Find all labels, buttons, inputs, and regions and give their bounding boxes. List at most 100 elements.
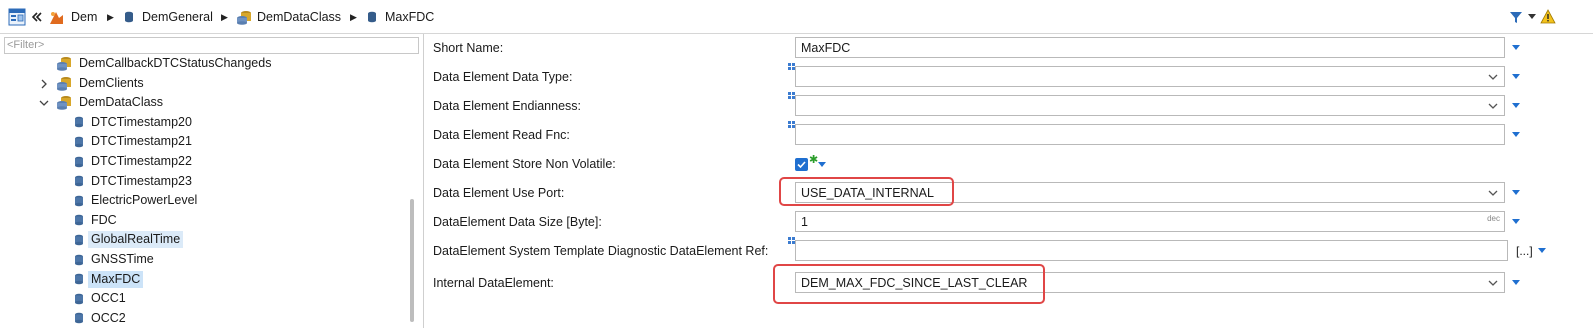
tree-item-label: OCC1 (91, 291, 126, 306)
breadcrumb-item-dem[interactable]: Dem (48, 0, 97, 34)
row-menu-icon[interactable] (1512, 45, 1520, 50)
row-menu-icon[interactable] (1512, 280, 1520, 285)
db-icon (74, 273, 84, 285)
tree-item-label: OCC2 (91, 310, 126, 325)
collapse-breadcrumb-icon[interactable] (32, 0, 42, 34)
store-nv-checkbox[interactable] (795, 158, 808, 171)
multiplicity-icon (788, 237, 795, 244)
sys-template-row: DataElement System Template Diagnostic D… (425, 237, 1593, 266)
short-name-value: MaxFDC (801, 41, 851, 55)
data-size-value: 1 (801, 215, 808, 229)
read-fnc-input[interactable] (795, 124, 1505, 145)
db-icon (74, 254, 84, 266)
short-name-input[interactable]: MaxFDC (795, 37, 1505, 58)
tree-item-label: MaxFDC (88, 270, 144, 288)
endianness-label: Data Element Endianness: (433, 99, 582, 113)
breadcrumb-label: DemGeneral (142, 10, 213, 24)
chevron-down-icon (1488, 103, 1498, 109)
checkmark-icon (797, 161, 806, 169)
navigation-tree-panel: <Filter> DemCallbackDTCStatusChangeds Dem… (0, 34, 424, 328)
chevron-down-icon (1488, 74, 1498, 80)
default-value-star-icon: ✱ (809, 154, 819, 166)
data-size-input[interactable]: 1 dec (795, 211, 1505, 232)
db-icon (74, 175, 84, 187)
tree-scrollbar[interactable] (410, 199, 414, 322)
tree-item[interactable]: DemClients (40, 74, 147, 93)
module-icon (50, 11, 63, 24)
row-menu-icon[interactable] (1512, 190, 1520, 195)
tree-item[interactable]: MaxFDC (74, 270, 144, 289)
data-size-row: DataElement Data Size [Byte]: 1 dec (425, 208, 1593, 237)
container-icon (125, 11, 133, 23)
tree-item[interactable]: OCC2 (74, 309, 129, 328)
tree-item[interactable]: DTCTimestamp20 (74, 113, 195, 132)
tree-item[interactable]: GlobalRealTime (74, 230, 184, 249)
folder-db-icon (56, 95, 72, 110)
tree-item[interactable]: GNSSTime (74, 250, 157, 269)
data-type-row: Data Element Data Type: (425, 63, 1593, 92)
tree-item-label: DemDataClass (79, 95, 164, 110)
tree-item[interactable]: DemCallbackDTCStatusChangeds (40, 54, 274, 73)
warning-icon[interactable] (1540, 0, 1556, 34)
tree-item[interactable]: FDC (74, 211, 120, 230)
db-icon (74, 312, 84, 324)
row-menu-icon[interactable] (1512, 74, 1520, 79)
multiplicity-icon (788, 121, 795, 128)
breadcrumb-separator-icon: ▶ (350, 11, 357, 22)
db-icon (74, 156, 84, 168)
breadcrumb-item-demdataclass[interactable]: DemDataClass (236, 0, 341, 34)
tree-item-label: DTCTimestamp21 (91, 134, 192, 149)
data-size-unit: dec (1487, 214, 1500, 223)
filter-dropdown-icon[interactable] (1528, 0, 1536, 34)
row-menu-icon[interactable] (1538, 248, 1546, 253)
db-icon (74, 214, 84, 226)
folder-db-icon (56, 56, 72, 71)
row-menu-icon[interactable] (1512, 132, 1520, 137)
folder-db-icon (237, 10, 251, 25)
row-menu-icon[interactable] (1512, 219, 1520, 224)
data-type-select[interactable] (795, 66, 1505, 87)
use-port-row: Data Element Use Port: USE_DATA_INTERNAL (425, 179, 1593, 208)
data-type-label: Data Element Data Type: (433, 70, 573, 84)
tree-item-label: DemCallbackDTCStatusChangeds (79, 56, 272, 70)
tree-item[interactable]: DTCTimestamp23 (74, 172, 195, 191)
db-icon (74, 234, 84, 246)
breadcrumb-item-maxfdc[interactable]: MaxFDC (367, 0, 434, 34)
multiplicity-icon (788, 92, 795, 99)
row-menu-icon[interactable] (818, 162, 826, 167)
store-nv-label: Data Element Store Non Volatile: (433, 157, 616, 171)
tree-item-label: DTCTimestamp23 (91, 173, 192, 188)
tree-item[interactable]: DemDataClass (39, 93, 166, 112)
filter-input[interactable]: <Filter> (4, 37, 419, 54)
store-nv-row: Data Element Store Non Volatile: ✱ (425, 150, 1593, 179)
read-fnc-row: Data Element Read Fnc: (425, 121, 1593, 150)
tree-view-toggle-icon[interactable] (8, 0, 26, 34)
filter-funnel-icon[interactable] (1509, 0, 1523, 34)
endianness-select[interactable] (795, 95, 1505, 116)
tree-item[interactable]: OCC1 (74, 289, 129, 308)
use-port-label: Data Element Use Port: (433, 186, 565, 200)
breadcrumb-item-demgeneral[interactable]: DemGeneral (124, 0, 213, 34)
tree-item-label: DemClients (79, 75, 144, 90)
chevron-right-icon[interactable] (39, 78, 49, 92)
tree-item[interactable]: ElectricPowerLevel (74, 191, 200, 210)
multiplicity-icon (788, 63, 795, 70)
browse-button[interactable]: [...] (1516, 244, 1533, 258)
tree-item-label: DTCTimestamp20 (91, 114, 192, 129)
tree-item[interactable]: DTCTimestamp21 (74, 132, 195, 151)
tree-item-label: GlobalRealTime (88, 231, 184, 249)
db-icon (74, 293, 84, 305)
highlight-box-internal-element (773, 264, 1045, 304)
chevron-down-icon (1488, 190, 1498, 196)
chevron-down-icon[interactable] (39, 97, 49, 111)
short-name-row: Short Name: MaxFDC (425, 34, 1593, 63)
highlight-box-use-port (779, 177, 954, 206)
tree-item[interactable]: DTCTimestamp22 (74, 152, 195, 171)
properties-form: Short Name: MaxFDC Data Element Data Typ… (425, 34, 1593, 328)
tree-item-label: FDC (91, 212, 117, 227)
internal-element-label: Internal DataElement: (433, 276, 554, 290)
sys-template-input[interactable] (795, 240, 1508, 261)
row-menu-icon[interactable] (1512, 103, 1520, 108)
breadcrumb-label: DemDataClass (257, 10, 342, 24)
sys-template-label: DataElement System Template Diagnostic D… (433, 244, 769, 258)
